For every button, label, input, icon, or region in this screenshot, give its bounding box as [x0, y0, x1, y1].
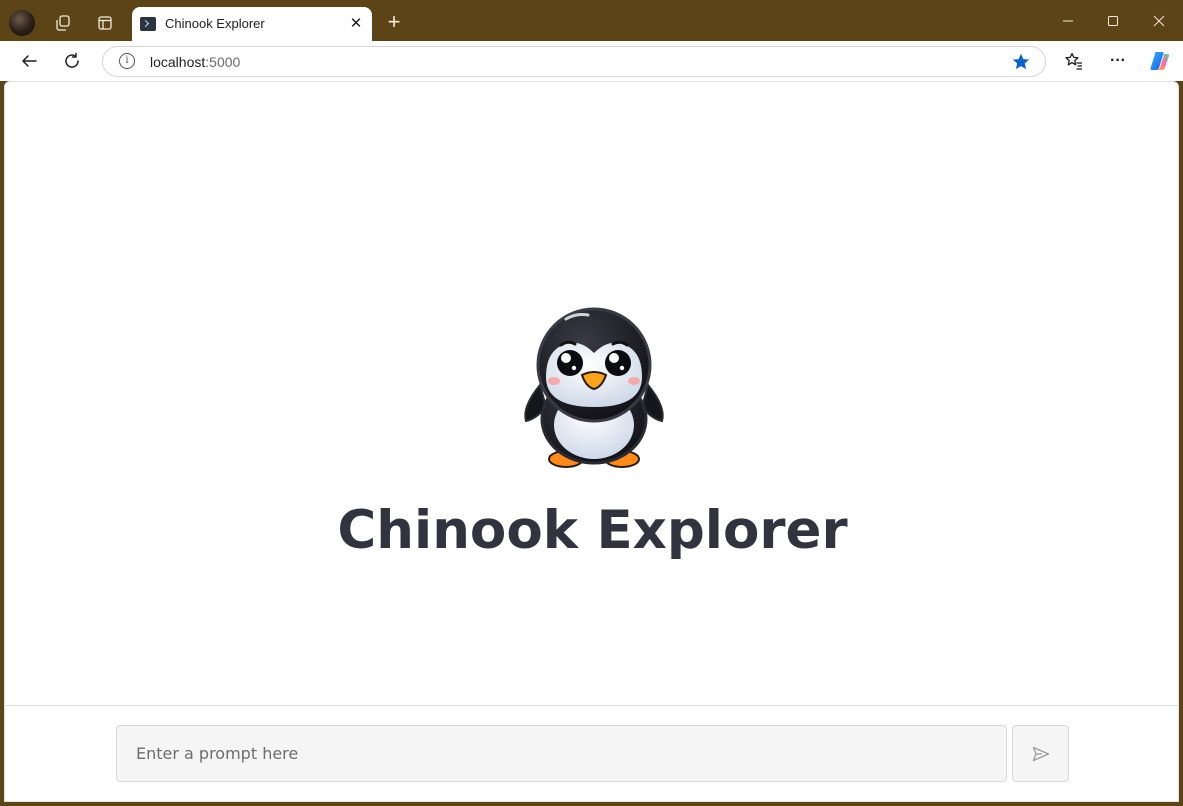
send-button[interactable]	[1012, 725, 1069, 782]
refresh-icon	[65, 52, 79, 68]
tab-title: Chinook Explorer	[165, 16, 265, 31]
minimize-button[interactable]	[1045, 6, 1091, 36]
favorites-icon	[1065, 52, 1082, 70]
title-bar: Chinook Explorer ✕ +	[0, 0, 1183, 41]
back-button[interactable]	[15, 47, 43, 75]
profile-avatar[interactable]	[9, 10, 35, 36]
address-host: localhost	[150, 54, 206, 70]
penguin-mascot	[516, 307, 672, 471]
tab-actions-icon[interactable]	[90, 8, 120, 38]
terminal-favicon	[140, 17, 156, 31]
address-port: :5000	[205, 54, 241, 70]
refresh-button[interactable]	[58, 47, 86, 75]
favorites-button[interactable]	[1060, 47, 1088, 75]
new-tab-button[interactable]: +	[381, 9, 407, 35]
window-frame-bottom	[0, 802, 1183, 806]
address-url[interactable]: localhost:5000	[150, 54, 240, 70]
favorite-star-icon[interactable]	[1011, 52, 1031, 72]
copilot-button[interactable]	[1146, 47, 1174, 75]
copilot-icon	[1150, 52, 1170, 70]
tab-close-button[interactable]: ✕	[346, 13, 366, 33]
more-button[interactable]: ···	[1104, 47, 1132, 75]
workspaces-icon[interactable]	[48, 8, 78, 38]
prompt-input[interactable]	[116, 725, 1007, 782]
browser-toolbar: i localhost:5000 ···	[0, 41, 1183, 81]
maximize-button[interactable]	[1090, 6, 1136, 36]
send-icon	[1032, 746, 1049, 761]
site-info-icon[interactable]: i	[119, 53, 135, 69]
page-content: Chinook Explorer	[4, 81, 1179, 802]
close-window-button[interactable]	[1136, 6, 1182, 36]
active-tab[interactable]: Chinook Explorer ✕	[132, 7, 372, 41]
back-icon	[22, 55, 37, 67]
divider	[5, 705, 1178, 706]
address-bar[interactable]: i localhost:5000	[102, 46, 1046, 77]
page-title: Chinook Explorer	[337, 500, 848, 561]
